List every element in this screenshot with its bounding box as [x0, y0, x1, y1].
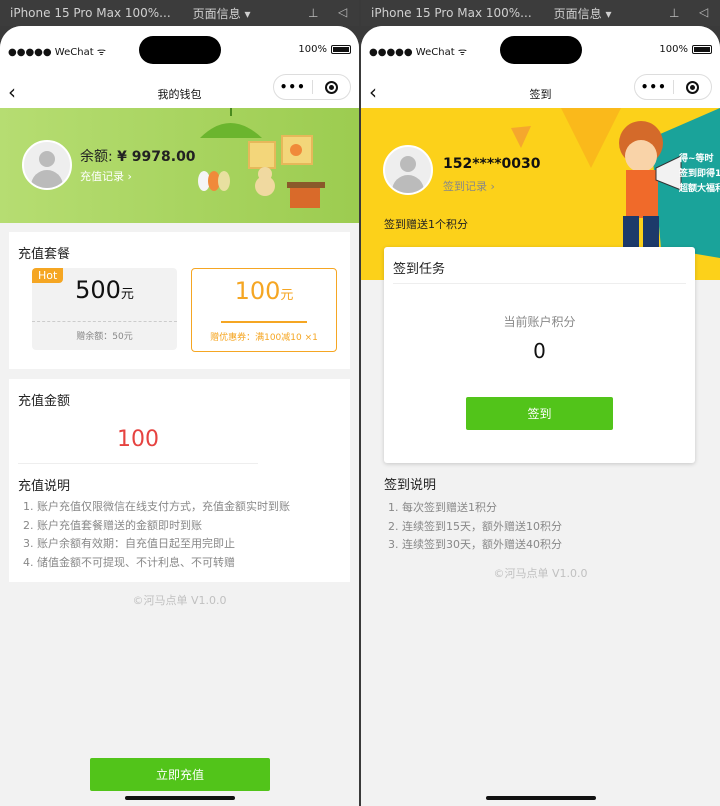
- chevron-right-icon: ›: [127, 170, 132, 183]
- devtools-bar-left: iPhone 15 Pro Max 100%... 页面信息 ▾ ⊥ ◁: [0, 0, 359, 26]
- banner-promo-text: 得~等时 签到即得10 超额大福利: [679, 154, 720, 194]
- section-title: 充值金额: [18, 394, 71, 409]
- page-info-menu[interactable]: 页面信息 ▾: [193, 5, 251, 22]
- dynamic-island: [500, 36, 582, 64]
- chevron-right-icon: ›: [490, 180, 495, 193]
- carrier-label: ●●●●● WeChat ᯤ: [369, 47, 467, 58]
- signin-history-link[interactable]: 签到记录 ›: [443, 178, 495, 194]
- devtools-bar-right: iPhone 15 Pro Max 100%... 页面信息 ▾ ⊥ ◁: [361, 0, 720, 26]
- rules-list: 1. 账户充值仅限微信在线支付方式，充值金额实时到账 2. 账户充值套餐赠送的金…: [23, 498, 290, 572]
- avatar[interactable]: [22, 140, 72, 190]
- section-title: 充值套餐: [18, 247, 71, 262]
- signin-task-card: 签到任务 当前账户积分 0 签到: [384, 247, 695, 463]
- battery-icon: [692, 45, 712, 54]
- status-bar: ●●●●● WeChat ᯤ 100%: [0, 26, 359, 72]
- recharge-history-link[interactable]: 充值记录 ›: [80, 168, 132, 184]
- pin-icon[interactable]: ⊥: [308, 6, 318, 20]
- package-unit: 元: [280, 288, 294, 303]
- signin-history-label: 签到记录: [443, 180, 487, 193]
- mini-program-capsule: •••: [634, 74, 712, 100]
- device-selector[interactable]: iPhone 15 Pro Max 100%...: [10, 6, 171, 20]
- package-footer: 赠余额：50元: [76, 332, 133, 342]
- package-amount: 100: [234, 277, 281, 305]
- rule-item: 2. 连续签到15天，额外赠送10积分: [388, 519, 562, 533]
- rule-item: 3. 连续签到30天，额外赠送40积分: [388, 538, 562, 551]
- rule-item: 2. 账户充值套餐赠送的金额即时到账: [23, 518, 202, 532]
- package-option-500[interactable]: Hot 500元 赠余额：50元: [32, 268, 177, 350]
- close-target-icon[interactable]: [673, 80, 711, 94]
- more-dots-icon[interactable]: •••: [274, 80, 312, 94]
- section-title: 签到说明: [384, 478, 437, 493]
- balance-label: 余额:: [80, 149, 113, 165]
- carrier-label: ●●●●● WeChat ᯤ: [8, 47, 106, 58]
- signin-gift-text: 签到赠送1个积分: [384, 218, 468, 231]
- page-info-label: 页面信息: [192, 6, 241, 21]
- version-footer: ©河马点单 V1.0.0: [132, 594, 227, 607]
- balance-value: ¥ 9978.00: [117, 149, 196, 165]
- page-info-menu[interactable]: 页面信息 ▾: [554, 5, 612, 22]
- recharge-amount-value[interactable]: 100: [18, 427, 258, 452]
- rule-item: 4. 储值金额不可提现、不计利息、不可转赠: [23, 555, 235, 569]
- more-dots-icon[interactable]: •••: [635, 80, 673, 94]
- device-selector[interactable]: iPhone 15 Pro Max 100%...: [371, 6, 532, 20]
- section-title: 充值说明: [18, 479, 71, 494]
- rules-list: 1. 每次签到赠送1积分 2. 连续签到15天，额外赠送10积分 3. 连续签到…: [388, 499, 562, 555]
- volume-icon[interactable]: ◁: [338, 5, 347, 19]
- package-option-100[interactable]: 100元 赠优惠券：满100减10 ×1: [191, 268, 337, 352]
- status-bar: ●●●●● WeChat ᯤ 100%: [361, 26, 720, 72]
- dynamic-island: [139, 36, 221, 64]
- home-indicator: [125, 796, 235, 800]
- rule-item: 1. 账户充值仅限微信在线支付方式，充值金额实时到账: [23, 500, 290, 513]
- battery-indicator: 100%: [659, 44, 712, 55]
- pin-icon[interactable]: ⊥: [669, 6, 679, 20]
- volume-icon[interactable]: ◁: [699, 5, 708, 19]
- page-info-label: 页面信息: [553, 6, 602, 21]
- wallet-banner: 余额: ¥ 9978.00 充值记录 ›: [0, 108, 359, 223]
- avatar[interactable]: [383, 145, 433, 195]
- packages-card: 充值套餐 Hot 500元 赠余额：50元 100元 赠优惠券：满100减10 …: [9, 232, 350, 369]
- signin-button[interactable]: 签到: [466, 397, 613, 430]
- package-footer: 赠优惠券：满100减10 ×1: [210, 333, 318, 343]
- package-amount: 500: [75, 276, 121, 304]
- recharge-now-button[interactable]: 立即充值: [90, 758, 270, 791]
- rule-item: 1. 每次签到赠送1积分: [388, 501, 497, 514]
- user-phone: 152****0030: [443, 156, 541, 172]
- amount-card: 充值金额 100 充值说明 1. 账户充值仅限微信在线支付方式，充值金额实时到账…: [9, 379, 350, 582]
- battery-indicator: 100%: [298, 44, 351, 55]
- home-indicator: [486, 796, 596, 800]
- mini-program-capsule: •••: [273, 74, 351, 100]
- points-label: 当前账户积分: [503, 315, 576, 329]
- battery-icon: [331, 45, 351, 54]
- close-target-icon[interactable]: [312, 80, 350, 94]
- task-title: 签到任务: [393, 262, 446, 277]
- package-unit: 元: [120, 287, 134, 302]
- phone-signin: ●●●●● WeChat ᯤ 100% ‹ 签到 ••• 得~等时 签到即得10…: [361, 26, 720, 806]
- points-value: 0: [533, 339, 546, 363]
- version-footer: ©河马点单 V1.0.0: [493, 567, 588, 580]
- phone-wallet: ●●●●● WeChat ᯤ 100% ‹ 我的钱包 ••• 余额: ¥ 997…: [0, 26, 359, 806]
- recharge-history-label: 充值记录: [80, 170, 124, 183]
- rule-item: 3. 账户余额有效期：自充值日起至用完即止: [23, 537, 235, 550]
